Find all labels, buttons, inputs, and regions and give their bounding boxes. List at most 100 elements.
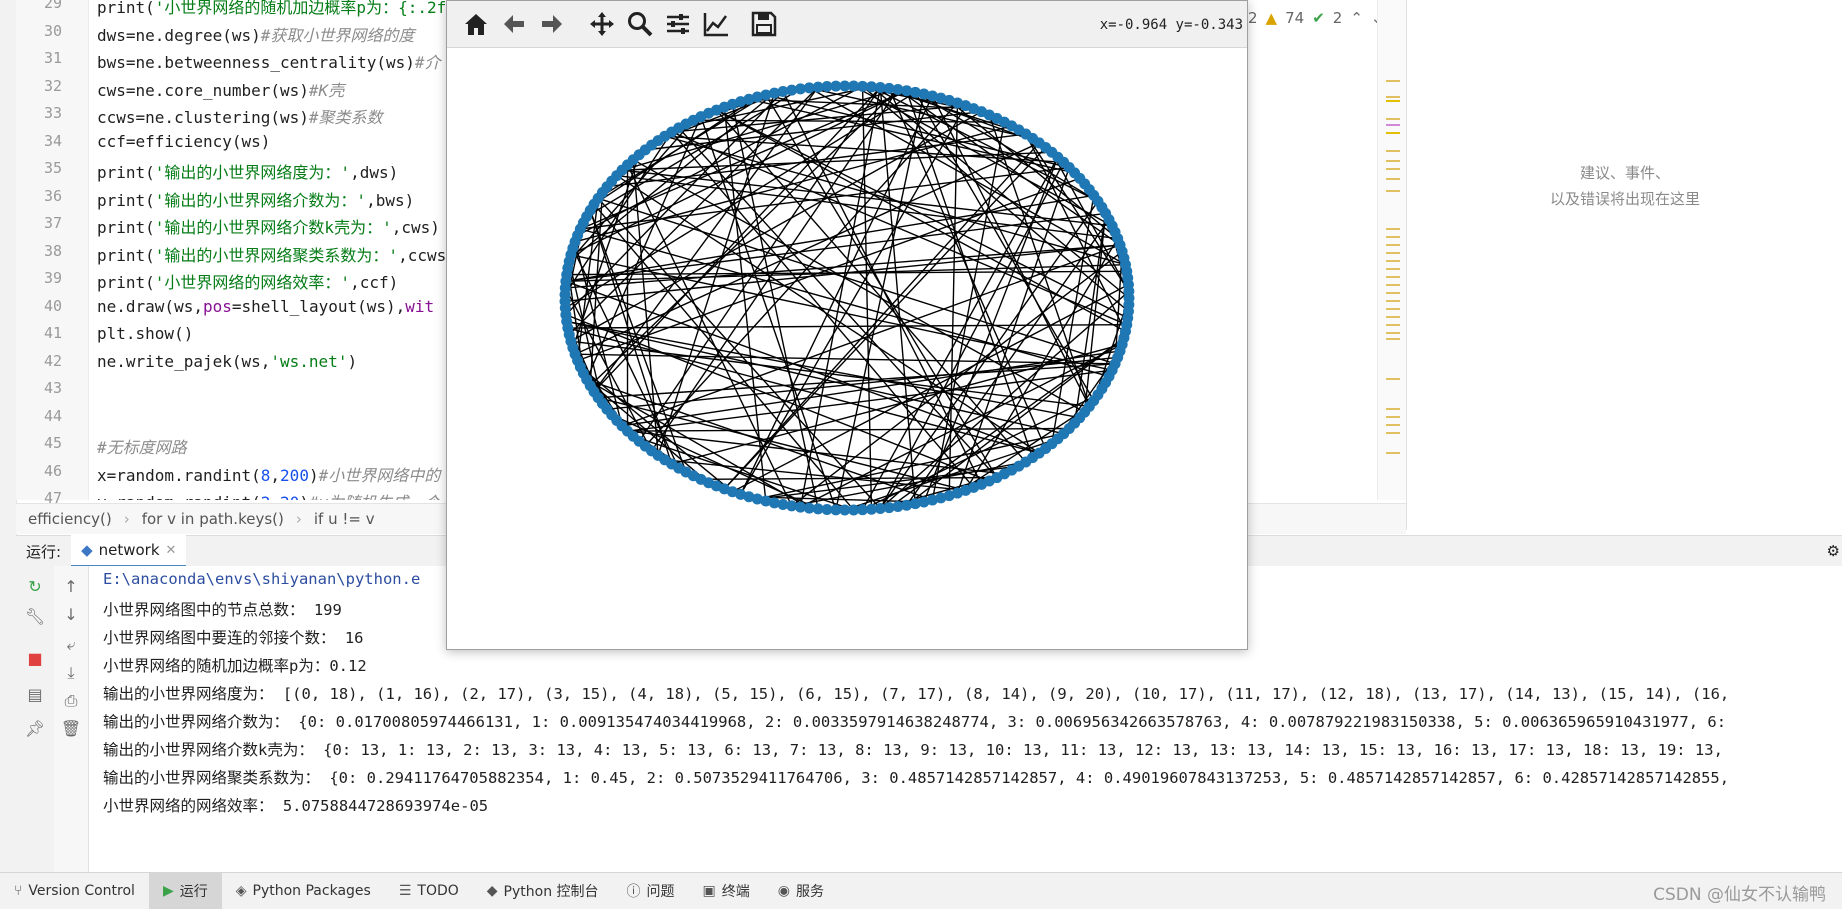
stripe-marker[interactable]	[1386, 408, 1400, 410]
toolwindow-button[interactable]: ⓘ问题	[613, 873, 689, 909]
warning-count: 74	[1285, 9, 1304, 27]
stripe-marker[interactable]	[1386, 124, 1400, 126]
rerun-icon[interactable]: ↻	[24, 576, 46, 598]
stripe-marker[interactable]	[1386, 332, 1400, 334]
stripe-marker[interactable]	[1386, 432, 1400, 434]
stripe-marker[interactable]	[1386, 284, 1400, 286]
breadcrumb-item[interactable]: for v in path.keys()	[130, 510, 296, 528]
figure-toolbar: x=-0.964 y=-0.343	[447, 1, 1247, 48]
stripe-marker[interactable]	[1386, 300, 1400, 302]
code-line[interactable]: ne.write_pajek(ws,'ws.net')	[97, 352, 357, 371]
run-tab-network[interactable]: ◆ network ✕	[71, 535, 186, 567]
console-line: 小世界网络的网络效率： 5.0758844728693974e-05	[103, 794, 488, 816]
scroll-to-end-icon[interactable]: ⤓	[60, 662, 82, 684]
breadcrumb-item[interactable]: if u != v	[302, 510, 387, 528]
forward-arrow-icon[interactable]	[537, 9, 567, 39]
code-token: plt.show()	[97, 324, 193, 343]
toolwindow-button[interactable]: ◆Python 控制台	[473, 873, 613, 909]
print-icon[interactable]: ⎙	[60, 690, 82, 712]
stripe-marker[interactable]	[1386, 190, 1400, 192]
stripe-marker[interactable]	[1386, 150, 1400, 152]
stripe-marker[interactable]	[1386, 178, 1400, 180]
chevron-up-icon[interactable]: ⌃	[1350, 9, 1363, 27]
stripe-marker[interactable]	[1386, 316, 1400, 318]
pin-icon[interactable]: 📌︎	[24, 718, 46, 740]
pan-icon[interactable]	[587, 9, 617, 39]
code-line[interactable]: ccf=efficiency(ws)	[97, 132, 270, 151]
stripe-marker[interactable]	[1386, 168, 1400, 170]
code-line[interactable]: plt.show()	[97, 324, 193, 343]
zoom-icon[interactable]	[625, 9, 655, 39]
toolwindow-button[interactable]: ⑂Version Control	[0, 873, 149, 909]
soft-wrap-icon[interactable]: ⤶	[60, 634, 82, 656]
stripe-marker[interactable]	[1386, 424, 1400, 426]
watermark: CSDN @仙女不认输鸭	[1653, 880, 1826, 905]
code-line[interactable]: ne.draw(ws,pos=shell_layout(ws),wit	[97, 297, 434, 316]
error-stripe[interactable]	[1377, 0, 1408, 500]
gear-icon[interactable]: ⚙	[1827, 542, 1840, 560]
code-line[interactable]: dws=ne.degree(ws)#获取小世界网络的度	[97, 22, 414, 46]
edit-axes-icon[interactable]	[701, 9, 731, 39]
code-line[interactable]: print('输出的小世界网络聚类系数为：',ccws	[97, 242, 446, 266]
code-line[interactable]: #无标度网路	[97, 434, 187, 458]
figure-window[interactable]: x=-0.964 y=-0.343	[446, 0, 1248, 650]
stripe-marker[interactable]	[1386, 96, 1400, 98]
toolwindow-button[interactable]: ☰TODO	[385, 873, 473, 909]
stripe-marker[interactable]	[1386, 260, 1400, 262]
code-line[interactable]: print('输出的小世界网络度为：',dws)	[97, 159, 398, 183]
inspection-widget[interactable]: 2 ▲ 74 ✔ 2 ⌃ ⌄	[1248, 6, 1383, 30]
breadcrumb-item[interactable]: efficiency()	[16, 510, 124, 528]
toolwindow-button[interactable]: ▶运行	[149, 873, 222, 909]
code-line[interactable]: cws=ne.core_number(ws)#K壳	[97, 77, 344, 101]
code-line[interactable]: ccws=ne.clustering(ws)#聚类系数	[97, 104, 383, 128]
line-number: 36	[16, 187, 62, 205]
code-line[interactable]: print('输出的小世界网络介数为：',bws)	[97, 187, 414, 211]
stripe-marker[interactable]	[1386, 276, 1400, 278]
toolwindow-button[interactable]: ◈Python Packages	[222, 873, 385, 909]
toolwindow-button[interactable]: ◉服务	[764, 873, 838, 909]
inspection-count: 2	[1248, 9, 1258, 27]
arrow-up-icon[interactable]: ↑	[60, 576, 82, 598]
wrench-icon[interactable]: 🔧︎	[24, 606, 46, 628]
configure-subplots-icon[interactable]	[663, 9, 693, 39]
stripe-marker[interactable]	[1386, 132, 1400, 134]
trash-icon[interactable]: 🗑︎	[60, 718, 82, 740]
stop-icon[interactable]: ■	[24, 648, 46, 670]
stripe-marker[interactable]	[1386, 338, 1400, 340]
stripe-marker[interactable]	[1386, 118, 1400, 120]
code-line[interactable]: y=random.randint(2,20)#y为随机生成一个	[97, 489, 440, 500]
stripe-marker[interactable]	[1386, 268, 1400, 270]
arrow-down-icon[interactable]: ↓	[60, 604, 82, 626]
stripe-marker[interactable]	[1386, 452, 1400, 454]
stripe-marker[interactable]	[1386, 100, 1400, 102]
code-line[interactable]: print('小世界网络的网络效率：',ccf)	[97, 269, 398, 293]
stripe-marker[interactable]	[1386, 244, 1400, 246]
run-icon: ▶	[163, 883, 174, 899]
code-line[interactable]: x=random.randint(8,200)#小世界网络中的	[97, 462, 440, 486]
code-token: ,bws)	[366, 191, 414, 210]
stripe-marker[interactable]	[1386, 236, 1400, 238]
empty-hint-line1: 建议、事件、	[1407, 160, 1842, 186]
code-line[interactable]: bws=ne.betweenness_centrality(ws)#介	[97, 49, 441, 73]
stripe-marker[interactable]	[1386, 378, 1400, 380]
stripe-marker[interactable]	[1386, 308, 1400, 310]
save-icon[interactable]	[749, 9, 779, 39]
home-icon[interactable]	[461, 9, 491, 39]
line-number: 44	[16, 407, 62, 425]
stripe-marker[interactable]	[1386, 228, 1400, 230]
back-arrow-icon[interactable]	[499, 9, 529, 39]
line-number: 35	[16, 159, 62, 177]
code-line[interactable]: print('小世界网络的随机加边概率p为：{:.2f}'	[97, 0, 466, 18]
stripe-marker[interactable]	[1386, 292, 1400, 294]
code-line[interactable]: print('输出的小世界网络介数k壳为：',cws)	[97, 214, 440, 238]
stripe-marker[interactable]	[1386, 324, 1400, 326]
toolwindow-button[interactable]: ▣终端	[689, 873, 764, 909]
stripe-marker[interactable]	[1386, 252, 1400, 254]
code-token: dws=ne.degree(ws)	[97, 26, 261, 45]
code-token: 2	[261, 493, 271, 500]
layout-icon[interactable]: ▤	[24, 684, 46, 706]
stripe-marker[interactable]	[1386, 416, 1400, 418]
stripe-marker[interactable]	[1386, 160, 1400, 162]
close-icon[interactable]: ✕	[166, 543, 177, 558]
stripe-marker[interactable]	[1386, 80, 1400, 82]
